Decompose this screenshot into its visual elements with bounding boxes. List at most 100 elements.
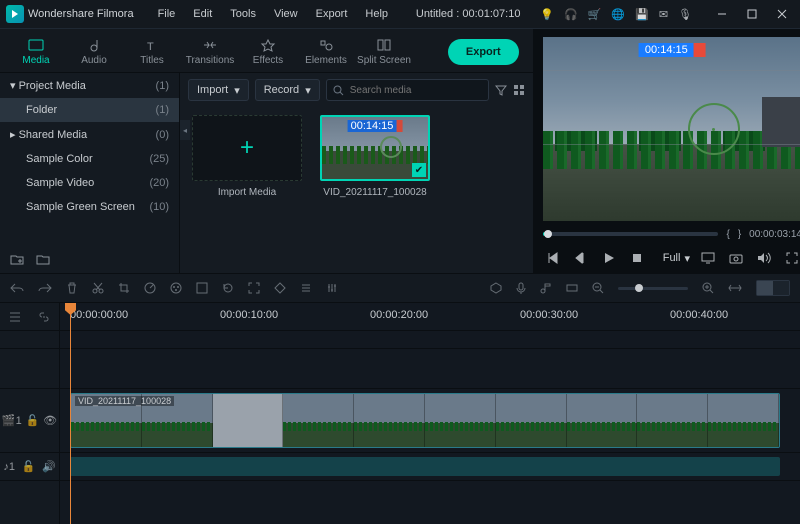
audio-clip[interactable] <box>70 457 780 476</box>
folder-icon[interactable] <box>36 253 50 265</box>
marker-icon[interactable] <box>490 282 502 294</box>
color-icon[interactable] <box>170 282 182 294</box>
tab-split-screen[interactable]: Split Screen <box>356 31 412 72</box>
timeline-view-toggle[interactable] <box>756 280 790 296</box>
menu-file[interactable]: File <box>150 4 184 24</box>
media-card-video[interactable]: 00:14:15 ✔ VID_20211117_100028 <box>320 115 430 265</box>
search-box[interactable] <box>326 79 489 101</box>
tab-audio[interactable]: Audio <box>66 31 122 72</box>
tree-item-sample-green-screen[interactable]: Sample Green Screen(10) <box>0 195 179 219</box>
tab-elements[interactable]: Elements <box>298 31 354 72</box>
collapse-sidebar-button[interactable]: ◂ <box>180 120 190 140</box>
tree-item-shared-media[interactable]: ▸ Shared Media(0) <box>0 122 179 147</box>
hamburger-icon[interactable] <box>9 312 21 322</box>
lock-icon[interactable]: 🔓 <box>22 460 36 473</box>
bulb-icon[interactable]: 💡 <box>540 8 554 21</box>
mail-icon[interactable]: ✉ <box>659 8 668 21</box>
import-dropdown[interactable]: Import▾ <box>188 79 249 101</box>
grid-view-icon[interactable] <box>513 84 525 96</box>
tree-item-sample-video[interactable]: Sample Video(20) <box>0 171 179 195</box>
close-button[interactable] <box>770 4 794 24</box>
tab-effects[interactable]: Effects <box>240 31 296 72</box>
snapshot-icon[interactable] <box>726 248 746 268</box>
menu-bar: File Edit Tools View Export Help <box>150 4 396 24</box>
menu-edit[interactable]: Edit <box>185 4 220 24</box>
import-media-card[interactable]: + Import Media <box>192 115 302 265</box>
plus-icon: + <box>240 134 254 162</box>
minimize-button[interactable] <box>710 4 734 24</box>
volume-icon[interactable] <box>754 248 774 268</box>
timeline-main[interactable]: 00:00:00:00 00:00:10:00 00:00:20:00 00:0… <box>60 303 800 524</box>
globe-icon[interactable]: 🌐 <box>611 8 625 21</box>
settings-icon[interactable] <box>300 282 312 294</box>
undo-icon[interactable] <box>10 282 24 294</box>
scrub-track[interactable] <box>543 232 719 236</box>
preview-viewport[interactable]: 00:14:15 <box>543 37 800 221</box>
export-button[interactable]: Export <box>448 39 519 65</box>
tab-transitions[interactable]: Transitions <box>182 31 238 72</box>
link-icon[interactable] <box>38 311 50 323</box>
cut-icon[interactable] <box>92 282 104 294</box>
tab-titles[interactable]: TTitles <box>124 31 180 72</box>
new-folder-icon[interactable] <box>10 253 24 265</box>
sound-icon[interactable]: 🔊 <box>42 460 56 473</box>
chevron-right-icon: ▸ <box>10 128 19 141</box>
clip-label: VID_20211117_100028 <box>75 396 174 406</box>
cart-icon[interactable]: 🛒 <box>588 8 602 21</box>
audio-mixer-icon[interactable] <box>326 282 338 294</box>
music-icon[interactable] <box>540 282 552 294</box>
media-toolbar: Import▾ Record▾ <box>180 73 533 107</box>
record-dropdown[interactable]: Record▾ <box>255 79 320 101</box>
timeline-ruler[interactable]: 00:00:00:00 00:00:10:00 00:00:20:00 00:0… <box>60 303 800 331</box>
gutter-video-track: 🎬1 🔓 👁 <box>0 389 59 453</box>
rotate-icon[interactable] <box>222 282 234 294</box>
lock-icon[interactable]: 🔓 <box>26 414 40 427</box>
save-icon[interactable]: 💾 <box>635 8 649 21</box>
chevron-down-icon: ▾ <box>234 84 240 97</box>
zoom-fit-icon[interactable] <box>728 283 742 293</box>
speed-icon[interactable] <box>144 282 156 294</box>
headset-icon[interactable]: 🎧 <box>564 8 578 21</box>
search-input[interactable] <box>350 85 482 96</box>
redo-icon[interactable] <box>38 282 52 294</box>
green-screen-icon[interactable] <box>196 282 208 294</box>
quality-select[interactable]: Full▾ <box>663 252 690 265</box>
menu-view[interactable]: View <box>266 4 306 24</box>
display-icon[interactable] <box>698 248 718 268</box>
step-back-button[interactable] <box>571 248 591 268</box>
delete-icon[interactable] <box>66 282 78 294</box>
menu-tools[interactable]: Tools <box>222 4 264 24</box>
brace-out[interactable]: } <box>738 229 741 240</box>
play-button[interactable] <box>599 248 619 268</box>
detect-icon[interactable] <box>248 282 260 294</box>
prev-frame-button[interactable] <box>543 248 563 268</box>
maximize-button[interactable] <box>740 4 764 24</box>
zoom-in-icon[interactable] <box>702 282 714 294</box>
brace-in[interactable]: { <box>726 229 729 240</box>
menu-help[interactable]: Help <box>357 4 396 24</box>
game-hud: 00:14:15 <box>639 43 706 57</box>
fullscreen-icon[interactable] <box>782 248 800 268</box>
video-clip[interactable]: VID_20211117_100028 <box>70 393 780 448</box>
menu-export[interactable]: Export <box>308 4 356 24</box>
gutter-audio-track: ♪1 🔓 🔊 <box>0 453 59 481</box>
keyframe-icon[interactable] <box>274 282 286 294</box>
crop-icon[interactable] <box>118 282 130 294</box>
panel-body: ▾ Project Media (1) Folder(1) ▸ Shared M… <box>0 73 533 273</box>
tree-item-sample-color[interactable]: Sample Color(25) <box>0 147 179 171</box>
audio-track-1[interactable] <box>60 453 800 481</box>
mic-icon[interactable]: 🎙 <box>678 8 692 21</box>
zoom-out-icon[interactable] <box>592 282 604 294</box>
render-icon[interactable] <box>566 282 578 294</box>
tree-head-project-media[interactable]: ▾ Project Media (1) <box>0 73 179 98</box>
tree-item-folder[interactable]: Folder(1) <box>0 98 179 122</box>
tab-media[interactable]: Media <box>8 31 64 72</box>
playhead[interactable] <box>70 303 71 524</box>
filter-icon[interactable] <box>495 84 507 96</box>
video-track-1[interactable]: VID_20211117_100028 <box>60 389 800 453</box>
zoom-slider[interactable] <box>618 287 688 290</box>
voice-icon[interactable] <box>516 282 526 294</box>
preview-scrubber: { } 00:00:03:14 <box>533 225 800 243</box>
eye-icon[interactable]: 👁 <box>43 414 57 427</box>
stop-button[interactable] <box>627 248 647 268</box>
